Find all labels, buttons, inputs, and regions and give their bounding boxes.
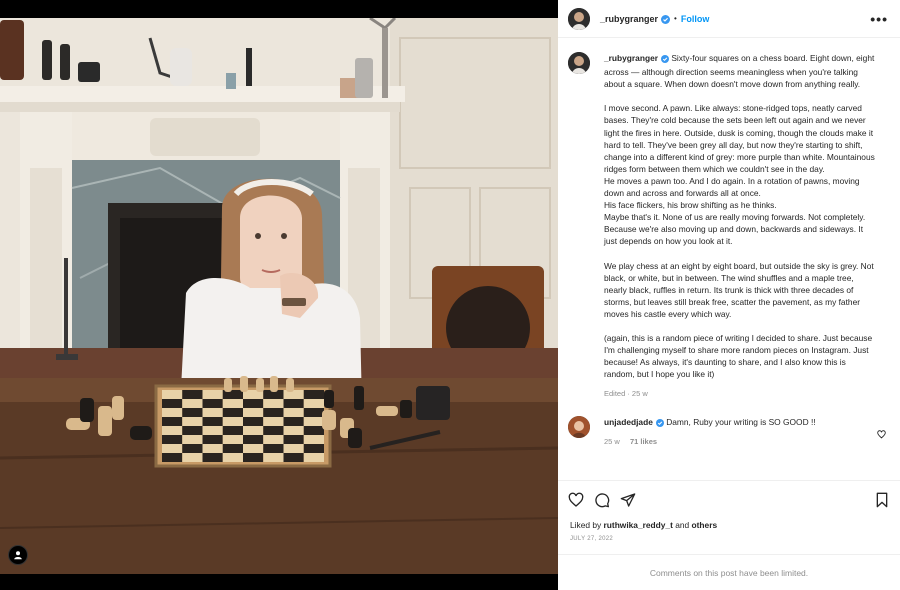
caption-author-avatar[interactable] (568, 52, 590, 74)
comments-list[interactable]: _rubygranger Sixty-four squares on a che… (558, 38, 900, 480)
post-photo[interactable] (0, 18, 558, 574)
comment-username[interactable]: unjadedjade (604, 417, 653, 427)
liked-by-and: and (675, 520, 690, 530)
liked-by-prefix: Liked by (570, 520, 602, 530)
follow-button[interactable]: Follow (681, 14, 710, 24)
author-username[interactable]: _rubygranger (600, 14, 658, 24)
chess-photo-illustration (0, 18, 558, 574)
chess-board-illustration (154, 384, 332, 468)
caption-paragraph-1: _rubygranger Sixty-four squares on a che… (604, 53, 875, 90)
caption-username[interactable]: _rubygranger (604, 53, 658, 63)
comment-text: Damn, Ruby your writing is SO GOOD !! (666, 416, 816, 427)
post-header: _rubygranger • Follow ••• (558, 0, 900, 38)
verified-badge-icon (655, 418, 664, 430)
bookmark-icon[interactable] (874, 492, 890, 508)
heart-icon[interactable] (568, 492, 584, 508)
header-separator: • (674, 14, 677, 23)
caption-text: _rubygranger Sixty-four squares on a che… (604, 52, 876, 400)
comment-content: unjadedjade Damn, Ruby your writing is S… (604, 416, 854, 448)
comment-meta: 25 w 71 likes (604, 436, 854, 448)
liked-by-others[interactable]: others (692, 520, 718, 530)
liked-by: Liked by ruthwika_reddy_t and others (558, 518, 900, 530)
verified-badge-icon (661, 11, 671, 27)
caption: _rubygranger Sixty-four squares on a che… (568, 52, 888, 400)
comment-heart-icon[interactable] (877, 426, 886, 442)
user-tag-icon[interactable] (8, 545, 28, 565)
comment-icon[interactable] (594, 492, 610, 508)
comment-item: unjadedjade Damn, Ruby your writing is S… (568, 415, 888, 448)
caption-paragraph-2: I move second. A pawn. Like always: ston… (604, 103, 875, 247)
caption-meta: Edited · 25 w (604, 388, 648, 398)
more-options-icon[interactable]: ••• (870, 12, 888, 26)
comment-likes[interactable]: 71 likes (630, 437, 657, 446)
verified-badge-icon (661, 54, 669, 66)
comments-limited-notice: Comments on this post have been limited. (558, 554, 900, 590)
caption-paragraph-4: (again, this is a random piece of writin… (604, 333, 873, 380)
comment-time[interactable]: 25 w (604, 437, 620, 446)
post-media (0, 0, 558, 590)
liked-by-user[interactable]: ruthwika_reddy_t (604, 520, 673, 530)
post-side-panel: _rubygranger • Follow ••• _rubygranger S… (558, 0, 900, 590)
author-avatar[interactable] (568, 7, 590, 30)
action-bar (558, 480, 900, 518)
post-date[interactable]: JULY 27, 2022 (558, 530, 900, 554)
share-icon[interactable] (620, 492, 636, 508)
commenter-avatar[interactable] (568, 415, 590, 438)
caption-paragraph-3: We play chess at an eight by eight board… (604, 260, 874, 319)
